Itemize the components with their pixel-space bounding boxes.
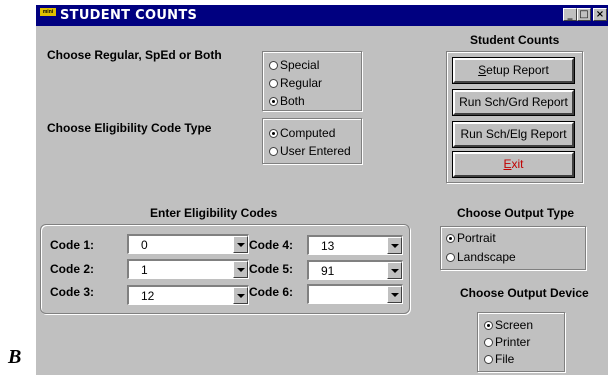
- code-1-value: 0: [141, 238, 148, 252]
- radio-user-entered-label: User Entered: [280, 144, 351, 158]
- output-type-radio-group: Portrait Landscape: [440, 226, 586, 270]
- radio-file-label: File: [495, 352, 515, 366]
- radio-portrait-indicator: [446, 234, 455, 243]
- radio-user-entered-indicator: [269, 147, 278, 156]
- run-sch-elg-report-button[interactable]: Run Sch/Elg Report: [452, 121, 575, 148]
- app-icon: mini: [40, 8, 56, 16]
- code-5-label: Code 5:: [249, 262, 294, 276]
- student-counts-window: mini STUDENT COUNTS _ □ × Choose Regular…: [36, 5, 608, 375]
- maximize-button[interactable]: □: [577, 8, 591, 21]
- codes-group: Code 1: 0 Code 2: 1 Code 3: 12 Code 4: 1…: [40, 224, 410, 314]
- code-5-value: 91: [321, 264, 335, 278]
- radio-portrait[interactable]: Portrait: [446, 231, 496, 245]
- minimize-button[interactable]: _: [563, 8, 577, 21]
- radio-landscape[interactable]: Landscape: [446, 250, 516, 264]
- radio-portrait-label: Portrait: [457, 231, 496, 245]
- code-4-select[interactable]: 13: [307, 235, 403, 255]
- radio-both-indicator: [269, 97, 278, 106]
- codes-heading: Enter Eligibility Codes: [150, 206, 278, 220]
- code-5-dropdown-icon[interactable]: [387, 262, 402, 279]
- run-sch-grd-report-button[interactable]: Run Sch/Grd Report: [452, 89, 575, 116]
- code-2-select[interactable]: 1: [127, 259, 249, 279]
- radio-both-label: Both: [280, 94, 305, 108]
- radio-both[interactable]: Both: [269, 94, 305, 108]
- radio-computed[interactable]: Computed: [269, 126, 335, 140]
- code-4-dropdown-icon[interactable]: [387, 237, 402, 254]
- title-bar[interactable]: mini STUDENT COUNTS _ □ ×: [36, 5, 608, 26]
- radio-regular-indicator: [269, 79, 278, 88]
- radio-landscape-label: Landscape: [457, 250, 516, 264]
- figure-label: B: [8, 346, 22, 368]
- program-radio-group: Special Regular Both: [262, 51, 362, 111]
- exit-button[interactable]: Exit: [452, 151, 575, 178]
- code-2-dropdown-icon[interactable]: [233, 261, 248, 278]
- radio-landscape-indicator: [446, 253, 455, 262]
- close-button[interactable]: ×: [593, 8, 607, 21]
- code-6-select[interactable]: [307, 284, 403, 304]
- code-6-label: Code 6:: [249, 285, 294, 299]
- code-6-dropdown-icon[interactable]: [387, 286, 402, 303]
- radio-screen-indicator: [484, 321, 493, 330]
- radio-screen[interactable]: Screen: [484, 318, 533, 332]
- code-4-label: Code 4:: [249, 238, 294, 252]
- code-3-select[interactable]: 12: [127, 285, 249, 305]
- code-1-dropdown-icon[interactable]: [233, 236, 248, 253]
- output-device-radio-group: Screen Printer File: [477, 312, 565, 372]
- code-1-select[interactable]: 0: [127, 234, 249, 254]
- elig-type-label: Choose Eligibility Code Type: [47, 121, 212, 135]
- setup-report-button[interactable]: Setup Report: [452, 57, 575, 84]
- radio-file[interactable]: File: [484, 352, 514, 366]
- output-device-label: Choose Output Device: [460, 286, 589, 300]
- radio-special-label: Special: [280, 58, 320, 72]
- radio-regular-label: Regular: [280, 76, 323, 90]
- elig-type-radio-group: Computed User Entered: [262, 118, 362, 164]
- radio-printer[interactable]: Printer: [484, 335, 530, 349]
- code-5-select[interactable]: 91: [307, 260, 403, 280]
- radio-regular[interactable]: Regular: [269, 76, 322, 90]
- window-title: STUDENT COUNTS: [60, 8, 198, 23]
- report-buttons-group: Setup Report Run Sch/Grd Report Run Sch/…: [446, 51, 583, 183]
- radio-special[interactable]: Special: [269, 58, 319, 72]
- radio-user-entered[interactable]: User Entered: [269, 144, 351, 158]
- radio-printer-indicator: [484, 338, 493, 347]
- radio-special-indicator: [269, 61, 278, 70]
- radio-computed-indicator: [269, 129, 278, 138]
- code-3-value: 12: [141, 289, 155, 303]
- code-1-label: Code 1:: [50, 238, 95, 252]
- code-3-label: Code 3:: [50, 285, 95, 299]
- program-group-label: Choose Regular, SpEd or Both: [47, 48, 222, 62]
- radio-file-indicator: [484, 355, 493, 364]
- code-2-label: Code 2:: [50, 262, 95, 276]
- radio-printer-label: Printer: [495, 335, 531, 349]
- code-4-value: 13: [321, 239, 335, 253]
- student-counts-heading: Student Counts: [470, 33, 560, 47]
- code-2-value: 1: [141, 263, 148, 277]
- radio-computed-label: Computed: [280, 126, 336, 140]
- radio-screen-label: Screen: [495, 318, 534, 332]
- code-3-dropdown-icon[interactable]: [233, 287, 248, 304]
- output-type-label: Choose Output Type: [457, 206, 575, 220]
